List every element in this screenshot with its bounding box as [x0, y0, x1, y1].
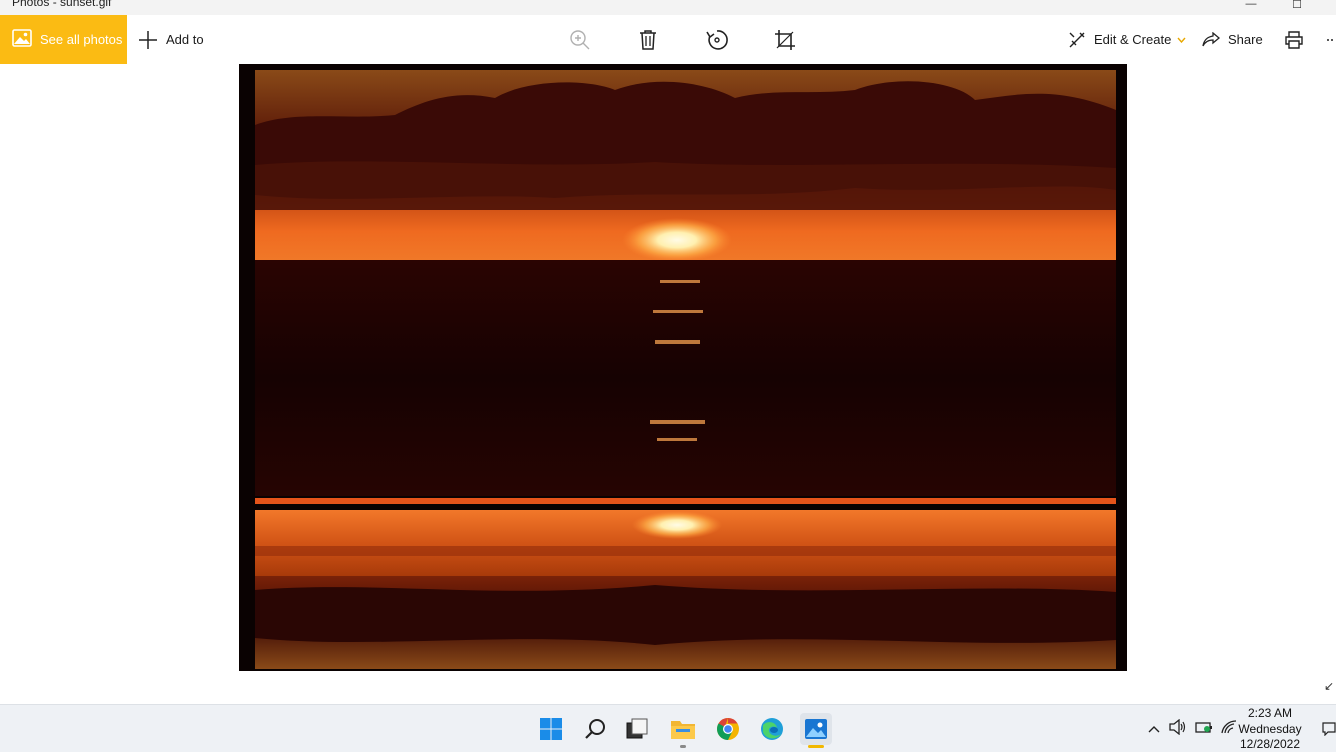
edit-create-label: Edit & Create: [1094, 32, 1172, 47]
title-bar: Photos - sunset.gif — ☐: [0, 0, 1336, 15]
edge-icon[interactable]: [756, 713, 788, 745]
photos-icon[interactable]: [800, 713, 832, 748]
photos-gallery-icon: [12, 29, 40, 50]
edit-create-icon: [1068, 31, 1086, 49]
task-view-icon[interactable]: [621, 713, 653, 745]
chevron-down-icon: [1177, 37, 1186, 43]
add-to-label: Add to: [166, 32, 204, 47]
file-explorer-icon[interactable]: [667, 713, 699, 748]
zoom-in-icon: [569, 29, 591, 51]
share-label: Share: [1228, 32, 1263, 47]
sunset-artwork: [255, 70, 1116, 669]
more-options-button[interactable]: [1326, 15, 1336, 64]
print-icon: [1284, 30, 1304, 50]
chrome-icon[interactable]: [712, 713, 744, 745]
running-indicator: [680, 745, 686, 748]
see-all-photos-button[interactable]: See all photos: [0, 15, 127, 64]
resize-cursor-icon: ↙: [1323, 679, 1334, 693]
system-tray: [1148, 705, 1237, 752]
window-title: Photos - sunset.gif: [12, 0, 112, 9]
clock-day: Wednesday: [1238, 721, 1302, 736]
sunset-photo: [239, 64, 1127, 671]
minimize-button[interactable]: —: [1228, 0, 1274, 14]
edit-create-button[interactable]: Edit & Create: [1068, 15, 1186, 64]
rotate-icon: [705, 28, 729, 52]
share-icon: [1202, 31, 1220, 48]
zoom-button[interactable]: [569, 15, 591, 64]
search-icon[interactable]: [580, 713, 612, 745]
image-viewer[interactable]: ↙: [0, 64, 1336, 704]
volume-icon[interactable]: [1169, 718, 1187, 740]
toolbar: See all photos Add to Edit & Create Shar…: [0, 15, 1336, 64]
share-button[interactable]: Share: [1202, 15, 1263, 64]
crop-icon: [774, 29, 796, 51]
clock-time: 2:23 AM: [1247, 706, 1293, 720]
battery-icon[interactable]: [1195, 720, 1213, 739]
notifications-icon[interactable]: [1322, 705, 1336, 752]
crop-button[interactable]: [774, 15, 796, 64]
more-icon: [1326, 38, 1336, 42]
plus-icon: [138, 30, 158, 50]
rotate-button[interactable]: [705, 15, 729, 64]
clock[interactable]: 2:23 AM Wednesday 12/28/2022: [1234, 706, 1306, 752]
print-button[interactable]: [1284, 15, 1304, 64]
delete-button[interactable]: [638, 15, 658, 64]
add-to-button[interactable]: Add to: [138, 15, 204, 64]
clock-date: 12/28/2022: [1239, 737, 1301, 751]
sunset-image: [255, 70, 1116, 669]
see-all-photos-label: See all photos: [40, 32, 123, 47]
windows-start-icon[interactable]: [535, 713, 567, 745]
chevron-up-icon[interactable]: [1148, 720, 1160, 738]
active-indicator: [808, 745, 824, 748]
trash-icon: [638, 29, 658, 51]
taskbar: 2:23 AM Wednesday 12/28/2022: [0, 704, 1336, 752]
maximize-button[interactable]: ☐: [1274, 0, 1320, 14]
